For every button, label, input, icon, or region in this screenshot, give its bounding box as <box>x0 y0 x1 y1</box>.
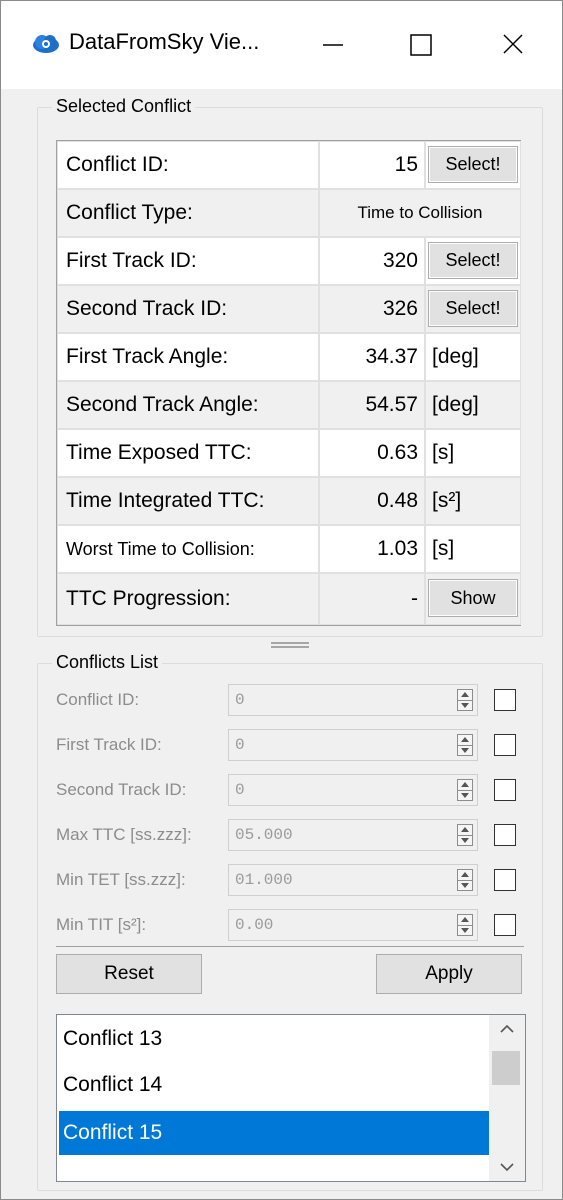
conflict-type-label: Conflict Type: <box>57 189 319 237</box>
worst-ttc-value: 1.03 <box>319 525 425 573</box>
time-integrated-ttc-unit: [s²] <box>425 477 521 525</box>
scroll-down-icon[interactable] <box>498 1161 516 1173</box>
time-exposed-ttc-label: Time Exposed TTC: <box>57 429 319 477</box>
spin-arrows-icon[interactable] <box>457 824 473 846</box>
first-track-angle-unit: [deg] <box>425 333 521 381</box>
time-exposed-ttc-unit: [s] <box>425 429 521 477</box>
max-ttc-spinbox[interactable]: 05.000 <box>228 819 478 851</box>
divider <box>56 946 524 947</box>
maximize-icon <box>410 34 432 56</box>
time-exposed-ttc-value: 0.63 <box>319 429 425 477</box>
spinbox-value: 0.00 <box>235 916 274 934</box>
spin-arrows-icon[interactable] <box>457 689 473 711</box>
worst-ttc-unit: [s] <box>425 525 521 573</box>
first-track-angle-label: First Track Angle: <box>57 333 319 381</box>
conflict-id-value: 15 <box>319 141 425 189</box>
filter-label-second-track-id: Second Track ID: <box>56 780 187 799</box>
conflicts-listbox[interactable]: Conflict 13 Conflict 14 Conflict 15 <box>56 1014 526 1182</box>
title-bar[interactable]: DataFromSky Vie... <box>1 1 562 89</box>
second-track-angle-unit: [deg] <box>425 381 521 429</box>
conflicts-list-title: Conflicts List <box>52 652 163 673</box>
conflicts-list-group: Conflicts List Conflict ID: 0 First Trac… <box>37 652 543 1191</box>
reset-button[interactable]: Reset <box>56 954 202 994</box>
splitter-handle[interactable] <box>271 642 309 648</box>
spin-arrows-icon[interactable] <box>457 869 473 891</box>
selected-conflict-group: Selected Conflict Conflict ID: 15 Select… <box>37 96 543 637</box>
conflict-type-value: Time to Collision <box>319 189 521 237</box>
min-tet-spinbox[interactable]: 01.000 <box>228 864 478 896</box>
show-ttc-progression-button[interactable]: Show <box>428 579 518 617</box>
list-item[interactable]: Conflict 13 <box>59 1017 489 1061</box>
filter-label-max-ttc: Max TTC [ss.zzz]: <box>56 825 192 844</box>
close-button[interactable] <box>483 19 543 71</box>
spinbox-value: 0 <box>235 781 245 799</box>
time-integrated-ttc-value: 0.48 <box>319 477 425 525</box>
filter-label-min-tit: Min TIT [s²]: <box>56 915 147 934</box>
minimize-button[interactable] <box>303 19 363 71</box>
spin-arrows-icon[interactable] <box>457 734 473 756</box>
conflict-id-filter-checkbox[interactable] <box>494 689 516 711</box>
list-item-selected[interactable]: Conflict 15 <box>59 1111 489 1155</box>
select-first-track-button[interactable]: Select! <box>428 242 518 279</box>
filter-label-min-tet: Min TET [ss.zzz]: <box>56 870 186 889</box>
second-track-id-label: Second Track ID: <box>57 285 319 333</box>
spinbox-value: 01.000 <box>235 871 293 889</box>
app-window: DataFromSky Vie... Selected Conflict Con… <box>0 0 563 1200</box>
select-second-track-button[interactable]: Select! <box>428 290 518 327</box>
conflict-id-label: Conflict ID: <box>57 141 319 189</box>
scrollbar-thumb[interactable] <box>492 1051 520 1085</box>
maximize-button[interactable] <box>391 19 451 71</box>
second-track-id-filter-checkbox[interactable] <box>494 779 516 801</box>
selected-conflict-title: Selected Conflict <box>52 96 196 117</box>
window-title: DataFromSky Vie... <box>69 29 260 54</box>
second-track-angle-value: 54.57 <box>319 381 425 429</box>
spin-arrows-icon[interactable] <box>457 914 473 936</box>
select-conflict-button[interactable]: Select! <box>428 146 518 183</box>
cloud-icon <box>33 35 59 53</box>
scroll-up-icon[interactable] <box>498 1023 516 1035</box>
second-track-id-spinbox[interactable]: 0 <box>228 774 478 806</box>
ttc-progression-value: - <box>319 573 425 625</box>
first-track-id-spinbox[interactable]: 0 <box>228 729 478 761</box>
minimize-icon <box>323 44 343 46</box>
first-track-id-label: First Track ID: <box>57 237 319 285</box>
worst-ttc-label: Worst Time to Collision: <box>57 525 319 573</box>
list-item[interactable]: Conflict 14 <box>59 1063 489 1107</box>
time-integrated-ttc-label: Time Integrated TTC: <box>57 477 319 525</box>
min-tit-spinbox[interactable]: 0.00 <box>228 909 478 941</box>
spinbox-value: 0 <box>235 736 245 754</box>
max-ttc-filter-checkbox[interactable] <box>494 824 516 846</box>
close-icon <box>503 34 523 54</box>
first-track-angle-value: 34.37 <box>319 333 425 381</box>
spinbox-value: 0 <box>235 691 245 709</box>
vertical-scrollbar[interactable] <box>489 1015 525 1181</box>
conflict-id-spinbox[interactable]: 0 <box>228 684 478 716</box>
first-track-id-value: 320 <box>319 237 425 285</box>
min-tit-filter-checkbox[interactable] <box>494 914 516 936</box>
selected-conflict-table: Conflict ID: 15 Select! Conflict Type: T… <box>56 140 521 626</box>
second-track-id-value: 326 <box>319 285 425 333</box>
filter-label-conflict-id: Conflict ID: <box>56 690 140 709</box>
second-track-angle-label: Second Track Angle: <box>57 381 319 429</box>
apply-button[interactable]: Apply <box>376 954 522 994</box>
ttc-progression-label: TTC Progression: <box>57 573 319 625</box>
spin-arrows-icon[interactable] <box>457 779 473 801</box>
min-tet-filter-checkbox[interactable] <box>494 869 516 891</box>
spinbox-value: 05.000 <box>235 826 293 844</box>
filter-label-first-track-id: First Track ID: <box>56 735 162 754</box>
first-track-id-filter-checkbox[interactable] <box>494 734 516 756</box>
